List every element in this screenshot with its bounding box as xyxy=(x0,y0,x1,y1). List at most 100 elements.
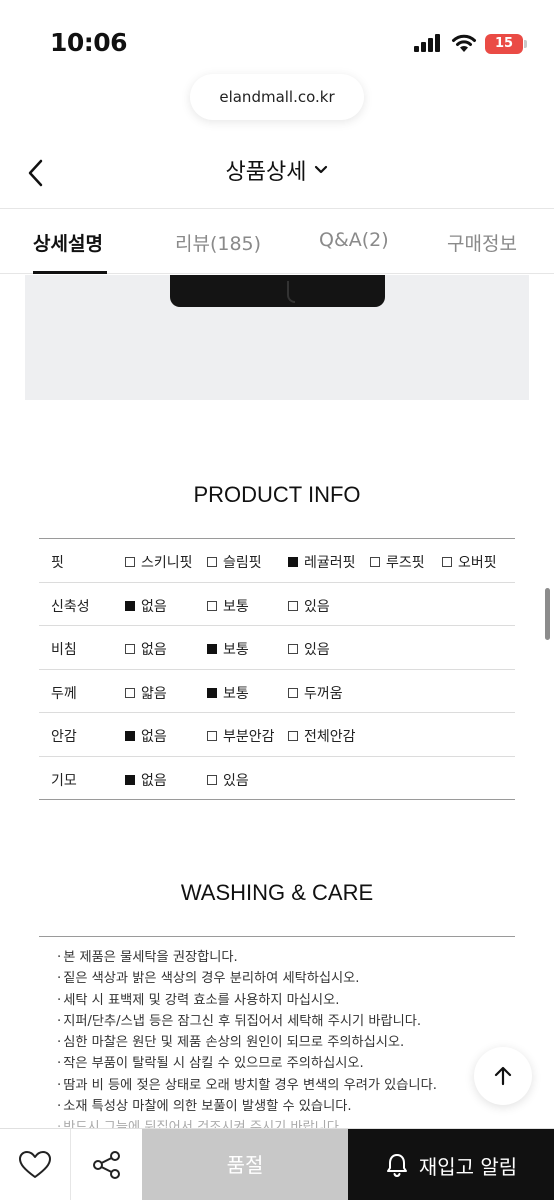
page-title-dropdown[interactable]: 상품상세 xyxy=(0,154,554,186)
battery-level: 15 xyxy=(494,36,514,51)
battery-indicator: 15 xyxy=(485,34,523,54)
info-row: 핏 스키니핏 슬림핏 레귤러핏 루즈핏 오버핏 xyxy=(39,539,515,583)
browser-url-bar[interactable]: elandmall.co.kr xyxy=(190,74,364,120)
checked-box-icon xyxy=(207,687,217,698)
washing-care-text: 심한 마찰은 원단 및 제품 손상의 원인이 되므로 주의하십시오. xyxy=(63,1035,405,1051)
info-row-label: 두께 xyxy=(51,685,77,702)
arrow-up-icon xyxy=(494,1066,512,1086)
washing-care-text: 짙은 색상과 밝은 색상의 경우 분리하여 세탁하십시오. xyxy=(63,971,360,987)
info-option: 있음 xyxy=(207,770,249,790)
info-option: 보통 xyxy=(207,683,249,703)
wishlist-button[interactable] xyxy=(0,1129,71,1200)
info-option: 보통 xyxy=(207,639,249,659)
info-option: 슬림핏 xyxy=(207,552,262,572)
status-time: 10:06 xyxy=(50,28,128,57)
jacket-hem xyxy=(170,275,385,307)
checked-box-icon xyxy=(207,644,217,654)
unchecked-box-icon xyxy=(125,687,135,698)
info-row-label: 기모 xyxy=(51,772,77,789)
unchecked-box-icon xyxy=(288,731,298,741)
battery-tip xyxy=(524,40,527,48)
info-option: 오버핏 xyxy=(442,552,497,572)
unchecked-box-icon xyxy=(125,644,135,654)
info-option-label: 있음 xyxy=(304,598,330,615)
info-option-label: 있음 xyxy=(304,642,330,658)
info-option-label: 얇음 xyxy=(141,685,167,702)
info-row: 안감 없음 부분안감 전체안감 xyxy=(39,713,515,757)
heart-icon xyxy=(19,1150,51,1178)
bell-icon xyxy=(386,1154,407,1178)
info-row: 기모 없음 있음 xyxy=(39,757,515,800)
unchecked-box-icon xyxy=(207,600,217,611)
washing-care-item: · 작은 부품이 탈락될 시 삼킬 수 있으므로 주의하십시오. xyxy=(39,1053,515,1074)
info-option-label: 없음 xyxy=(141,729,167,745)
info-row: 두께 얇음 보통 두꺼움 xyxy=(39,670,515,713)
info-option-label: 없음 xyxy=(141,642,167,658)
restock-alert-label: 재입고 알림 xyxy=(418,1154,518,1179)
bullet-icon: · xyxy=(57,1056,62,1072)
share-button[interactable] xyxy=(71,1129,142,1200)
info-option-label: 보통 xyxy=(223,685,249,702)
tab-purchase-info[interactable]: 구매정보 xyxy=(447,229,517,256)
washing-care-text: 본 제품은 물세탁을 권장합니다. xyxy=(63,950,238,965)
bullet-icon: · xyxy=(57,992,62,1008)
info-option-label: 전체안감 xyxy=(304,729,356,745)
info-option-label: 보통 xyxy=(223,642,249,658)
info-option-label: 없음 xyxy=(141,772,167,789)
restock-alert-button[interactable]: 재입고 알림 xyxy=(348,1129,554,1200)
product-info-title: PRODUCT INFO xyxy=(193,482,361,507)
info-row-label: 신축성 xyxy=(51,598,90,615)
tab-reviews[interactable]: 리뷰(185) xyxy=(175,229,261,256)
unchecked-box-icon xyxy=(288,644,298,654)
info-option-label: 루즈핏 xyxy=(386,555,425,571)
info-option-label: 슬림핏 xyxy=(223,555,262,571)
bullet-icon: · xyxy=(57,971,62,987)
bullet-icon: · xyxy=(57,1013,62,1029)
info-option: 루즈핏 xyxy=(370,552,425,572)
unchecked-box-icon xyxy=(442,557,452,567)
washing-care-text: 땀과 비 등에 젖은 상태로 오래 방치할 경우 변색의 우려가 있습니다. xyxy=(63,1077,437,1093)
info-option: 두꺼움 xyxy=(288,683,343,703)
info-option-label: 두꺼움 xyxy=(304,685,343,702)
info-row: 신축성 없음 보통 있음 xyxy=(39,583,515,626)
bullet-icon: · xyxy=(57,950,62,965)
scrollbar[interactable] xyxy=(545,588,550,640)
unchecked-box-icon xyxy=(288,687,298,698)
info-option: 없음 xyxy=(125,770,167,790)
tab-qna[interactable]: Q&A(2) xyxy=(319,229,389,251)
info-option: 있음 xyxy=(288,639,330,659)
unchecked-box-icon xyxy=(370,557,380,567)
washing-care-text: 작은 부품이 탈락될 시 삼킬 수 있으므로 주의하십시오. xyxy=(63,1056,364,1072)
scroll-to-top-button[interactable] xyxy=(474,1047,532,1105)
unchecked-box-icon xyxy=(125,557,135,567)
washing-care-item: · 짙은 색상과 밝은 색상의 경우 분리하여 세탁하십시오. xyxy=(39,968,515,989)
checked-box-icon xyxy=(125,600,135,611)
status-bar: 10:06 15 xyxy=(0,0,554,70)
info-option-label: 없음 xyxy=(141,598,167,615)
cellular-signal-icon xyxy=(414,34,442,52)
washing-care-list: · 본 제품은 물세탁을 권장합니다. · 짙은 색상과 밝은 색상의 경우 분리하여… xyxy=(39,936,515,1131)
bottom-action-bar: 품절 재입고 알림 xyxy=(0,1128,554,1200)
info-row-label: 안감 xyxy=(51,729,77,745)
product-image xyxy=(25,275,529,400)
info-row-label: 비침 xyxy=(51,642,77,658)
unchecked-box-icon xyxy=(207,731,217,741)
unchecked-box-icon xyxy=(288,600,298,611)
washing-care-item: · 소재 특성상 마찰에 의한 보풀이 발생할 수 있습니다. xyxy=(39,1096,515,1117)
bullet-icon: · xyxy=(57,1035,62,1051)
soldout-button[interactable]: 품절 xyxy=(142,1129,348,1200)
share-icon xyxy=(92,1150,120,1179)
info-option-label: 레귤러핏 xyxy=(304,555,356,571)
info-option: 없음 xyxy=(125,596,167,616)
washing-care-item: · 땀과 비 등에 젖은 상태로 오래 방치할 경우 변색의 우려가 있습니다. xyxy=(39,1075,515,1096)
washing-care-item: · 심한 마찰은 원단 및 제품 손상의 원인이 되므로 주의하십시오. xyxy=(39,1032,515,1053)
chevron-down-icon xyxy=(315,165,328,174)
info-option: 없음 xyxy=(125,726,167,746)
bullet-icon: · xyxy=(57,1077,62,1093)
tab-description[interactable]: 상세설명 xyxy=(33,229,103,256)
jacket-vent xyxy=(287,281,295,303)
info-option: 있음 xyxy=(288,596,330,616)
info-option-label: 스키니핏 xyxy=(141,555,193,571)
detail-tabs: 상세설명 리뷰(185) Q&A(2) 구매정보 xyxy=(0,208,554,274)
unchecked-box-icon xyxy=(207,557,217,567)
